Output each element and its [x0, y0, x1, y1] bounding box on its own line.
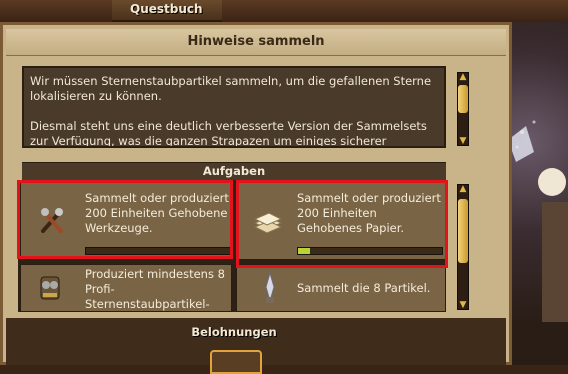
character-artwork: [508, 22, 568, 365]
quest-description: Wir müssen Sternenstaubpartikel sammeln,…: [22, 66, 446, 148]
description-paragraph-2: Diesmal steht uns eine deutlich verbesse…: [30, 119, 427, 148]
task-text: Sammelt die 8 Partikel.: [297, 281, 431, 295]
tasks-header: Aufgaben: [202, 164, 266, 178]
scroll-up-icon[interactable]: ▲: [457, 184, 469, 194]
task-text: Produziert mindestens 8 Profi-Sternensta…: [85, 267, 225, 311]
scroll-up-icon[interactable]: ▲: [457, 72, 469, 82]
tasks-scrollbar[interactable]: ▲ ▼: [457, 184, 469, 310]
top-bar: Questbuch: [0, 0, 568, 22]
quest-subtitle: Hinweise sammeln: [187, 34, 325, 49]
description-scroll-thumb[interactable]: [458, 85, 468, 113]
description-paragraph-1: Wir müssen Sternenstaubpartikel sammeln,…: [30, 74, 432, 103]
sparkle-icon: [508, 120, 568, 322]
collector-icon: [40, 276, 60, 300]
highlight-box: [236, 180, 448, 268]
quest-book-title: Questbuch: [130, 2, 203, 16]
rewards-header: Belohnungen: [191, 325, 277, 339]
scroll-down-icon[interactable]: ▼: [457, 136, 469, 146]
task-card[interactable]: Produziert mindestens 8 Profi-Sternensta…: [20, 264, 232, 312]
task-card[interactable]: Sammelt die 8 Partikel.: [236, 264, 446, 312]
highlight-box: [17, 180, 233, 259]
scroll-down-icon[interactable]: ▼: [457, 300, 469, 310]
crystal-icon: [265, 271, 275, 303]
reward-slot[interactable]: [210, 350, 262, 374]
description-scrollbar[interactable]: ▲ ▼: [457, 72, 469, 146]
tasks-scroll-thumb[interactable]: [458, 199, 468, 263]
